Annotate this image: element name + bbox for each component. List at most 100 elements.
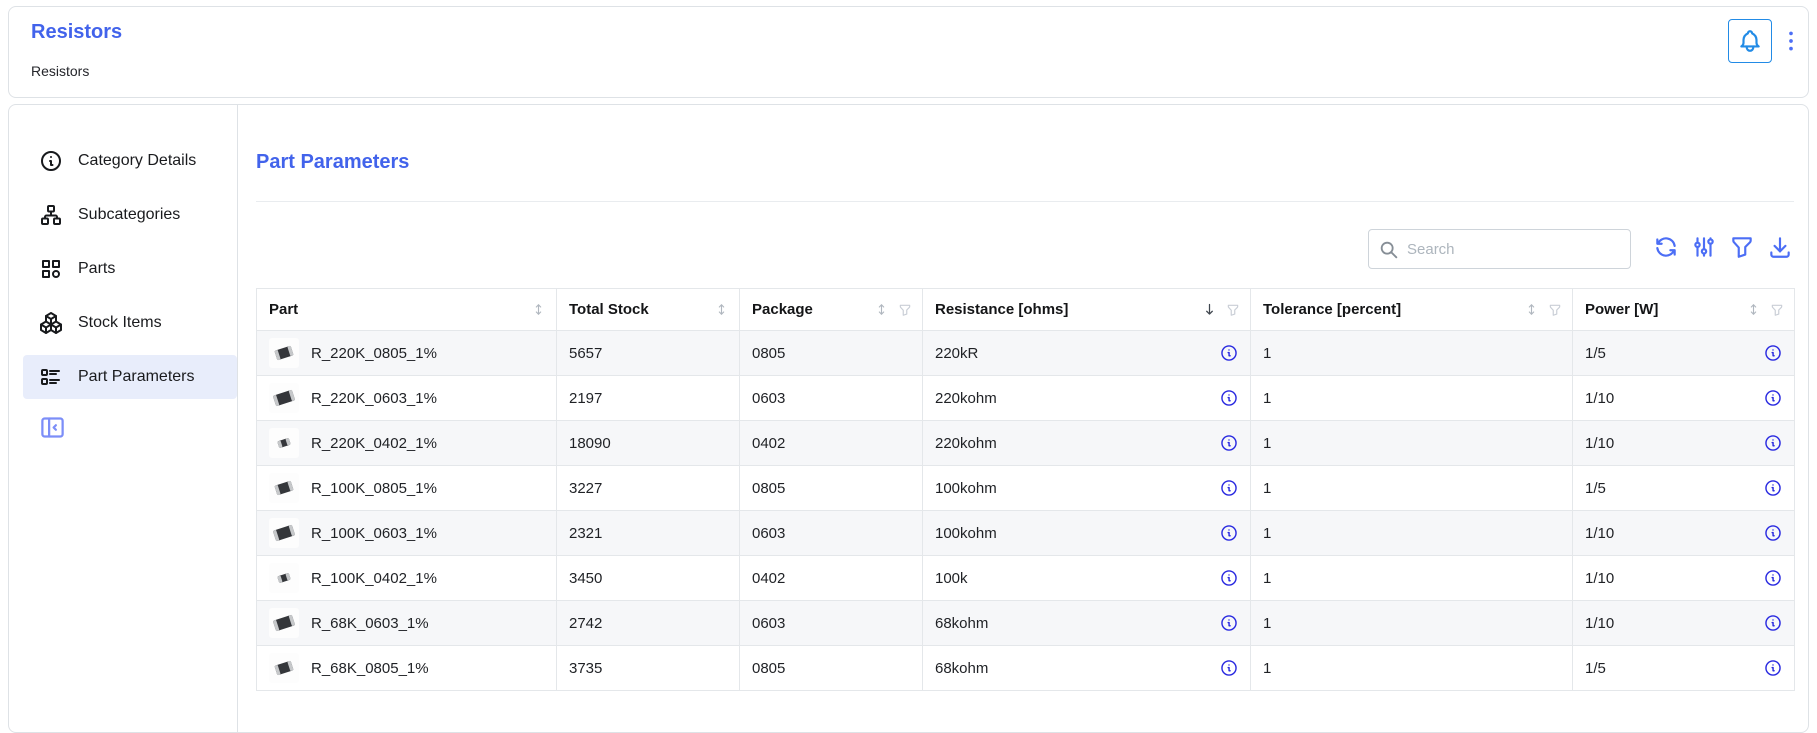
info-icon[interactable] <box>1220 569 1238 587</box>
search-box <box>1368 229 1631 269</box>
column-filter-icon[interactable] <box>1548 303 1562 317</box>
section-title: Part Parameters <box>256 151 409 174</box>
tolerance-cell: 1 <box>1251 376 1573 421</box>
sidebar-item-stock-items[interactable]: Stock Items <box>23 301 237 345</box>
table-row[interactable]: R_68K_0805_1%3735080568kohm11/5 <box>257 646 1795 691</box>
resistance-cell: 68kohm <box>923 601 1251 646</box>
table-row[interactable]: R_220K_0402_1%180900402220kohm11/10 <box>257 421 1795 466</box>
part-thumbnail <box>269 608 299 638</box>
column-header-resistance-ohms[interactable]: Resistance [ohms] <box>923 289 1251 331</box>
column-filter-icon[interactable] <box>1226 303 1240 317</box>
info-icon[interactable] <box>1220 659 1238 677</box>
power-cell: 1/10 <box>1573 556 1795 601</box>
part-cell: R_220K_0402_1% <box>257 421 557 466</box>
table-row[interactable]: R_100K_0805_1%32270805100kohm11/5 <box>257 466 1795 511</box>
info-icon[interactable] <box>1220 614 1238 632</box>
tolerance-cell: 1 <box>1251 421 1573 466</box>
part-cell: R_220K_0805_1% <box>257 331 557 376</box>
info-icon[interactable] <box>1764 389 1782 407</box>
page-title: Resistors <box>31 21 122 44</box>
sidebar-item-parts[interactable]: Parts <box>23 247 237 291</box>
table-row[interactable]: R_100K_0402_1%34500402100k11/10 <box>257 556 1795 601</box>
table-row[interactable]: R_220K_0805_1%56570805220kR11/5 <box>257 331 1795 376</box>
breadcrumb[interactable]: Resistors <box>31 63 89 79</box>
power-value: 1/10 <box>1585 435 1614 452</box>
info-icon[interactable] <box>1764 524 1782 542</box>
info-icon[interactable] <box>1764 614 1782 632</box>
part-thumbnail <box>269 338 299 368</box>
info-icon[interactable] <box>1764 659 1782 677</box>
package-cell: 0402 <box>740 556 923 601</box>
sort-icon[interactable] <box>1746 302 1761 317</box>
power-value: 1/10 <box>1585 390 1614 407</box>
part-thumbnail <box>269 518 299 548</box>
download-icon[interactable] <box>1767 234 1793 260</box>
power-cell: 1/10 <box>1573 511 1795 556</box>
info-icon[interactable] <box>1764 344 1782 362</box>
sort-icon[interactable] <box>531 302 546 317</box>
collapse-sidebar-button[interactable] <box>39 414 66 441</box>
table-row[interactable]: R_68K_0603_1%2742060368kohm11/10 <box>257 601 1795 646</box>
info-icon[interactable] <box>1220 479 1238 497</box>
total-stock-cell: 3227 <box>557 466 740 511</box>
power-value: 1/10 <box>1585 570 1614 587</box>
column-label: Total Stock <box>569 301 649 318</box>
total-stock-cell: 2321 <box>557 511 740 556</box>
column-filter-icon[interactable] <box>1770 303 1784 317</box>
info-icon[interactable] <box>1220 389 1238 407</box>
main-panel: Category Details Subcategories Parts Stock … <box>8 104 1809 733</box>
table-row[interactable]: R_220K_0603_1%21970603220kohm11/10 <box>257 376 1795 421</box>
info-icon[interactable] <box>1220 344 1238 362</box>
resistance-value: 220kR <box>935 345 978 362</box>
part-thumbnail <box>269 383 299 413</box>
notifications-button[interactable] <box>1728 19 1772 63</box>
info-icon[interactable] <box>1764 479 1782 497</box>
sort-desc-icon[interactable] <box>1202 302 1217 317</box>
sidebar-item-label: Stock Items <box>78 314 162 332</box>
column-header-tolerance-percent[interactable]: Tolerance [percent] <box>1251 289 1573 331</box>
sort-icon[interactable] <box>874 302 889 317</box>
filter-icon[interactable] <box>1729 234 1755 260</box>
package-cell: 0805 <box>740 646 923 691</box>
sidebar-item-category-details[interactable]: Category Details <box>23 139 237 183</box>
power-cell: 1/10 <box>1573 601 1795 646</box>
column-header-package[interactable]: Package <box>740 289 923 331</box>
column-header-part[interactable]: Part <box>257 289 557 331</box>
column-header-total-stock[interactable]: Total Stock <box>557 289 740 331</box>
sort-icon[interactable] <box>714 302 729 317</box>
sidebar-item-subcategories[interactable]: Subcategories <box>23 193 237 237</box>
sitemap-icon <box>39 203 63 227</box>
kebab-menu-icon[interactable] <box>1778 22 1804 60</box>
adjustments-icon[interactable] <box>1691 234 1717 260</box>
column-label: Tolerance [percent] <box>1263 301 1401 318</box>
total-stock-cell: 2197 <box>557 376 740 421</box>
info-icon[interactable] <box>1764 569 1782 587</box>
sidebar-item-label: Parts <box>78 260 115 278</box>
table-toolbar <box>1653 234 1793 260</box>
sidebar: Category Details Subcategories Parts Stock … <box>9 105 238 732</box>
column-header-power-w[interactable]: Power [W] <box>1573 289 1795 331</box>
list-details-icon <box>39 365 63 389</box>
sort-icon[interactable] <box>1524 302 1539 317</box>
info-icon[interactable] <box>1220 524 1238 542</box>
table-row[interactable]: R_100K_0603_1%23210603100kohm11/10 <box>257 511 1795 556</box>
power-cell: 1/5 <box>1573 466 1795 511</box>
refresh-icon[interactable] <box>1653 234 1679 260</box>
info-icon[interactable] <box>1220 434 1238 452</box>
sidebar-item-part-parameters[interactable]: Part Parameters <box>23 355 237 399</box>
column-filter-icon[interactable] <box>898 303 912 317</box>
tolerance-cell: 1 <box>1251 646 1573 691</box>
power-value: 1/10 <box>1585 615 1614 632</box>
title-divider <box>256 201 1794 202</box>
search-input[interactable] <box>1369 230 1630 268</box>
part-cell: R_100K_0603_1% <box>257 511 557 556</box>
part-thumbnail <box>269 653 299 683</box>
resistance-cell: 100kohm <box>923 466 1251 511</box>
resistance-value: 68kohm <box>935 615 988 632</box>
part-cell: R_100K_0402_1% <box>257 556 557 601</box>
info-icon[interactable] <box>1764 434 1782 452</box>
part-parameters-table: Part Total Stock PackageResistance [ohms] T… <box>256 288 1795 691</box>
tolerance-cell: 1 <box>1251 331 1573 376</box>
tolerance-cell: 1 <box>1251 466 1573 511</box>
part-name: R_220K_0402_1% <box>311 435 437 452</box>
